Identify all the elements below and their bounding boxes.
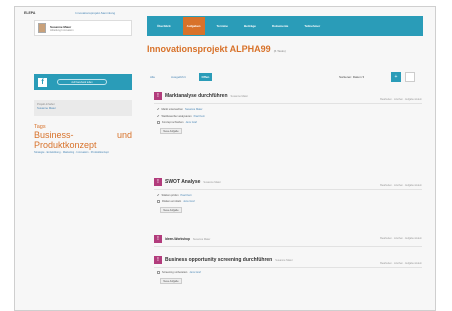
tag-cloud-large-row: Business- und [34,130,132,140]
add-subtask-button[interactable]: Neue Aufgabe [160,278,182,284]
tab-all[interactable]: Alle [147,73,158,81]
tag-links[interactable]: Strategie · Entwicklung · Marketing · In… [34,151,132,155]
main-nav: Überblick Aufgaben Termine Beiträge Doku… [147,16,423,36]
task-item-assignee[interactable]: Jens Graf [183,200,194,203]
facebook-share-button[interactable]: f Auf Facebook teilen [34,74,132,90]
add-task-button[interactable]: + [391,72,401,82]
nav-item-documents[interactable]: Dokumente [268,17,292,35]
task-divider [154,267,422,268]
user-box[interactable]: Susanne Maier Abteilung Innovation [34,20,132,36]
facebook-icon: f [38,77,47,87]
page-title-text: Innovationsprojekt ALPHA99 [147,44,271,54]
tag-business[interactable]: Business- [34,130,74,140]
task-card: ! Marktanalyse durchführen Susanne Maier… [154,92,422,134]
task-marker-icon: ! [154,256,162,264]
task-card: ! Ideen-Workshop Susanne Maier Bearbeite… [154,235,422,247]
task-item[interactable]: Konzept schreiben Jens Graf [157,121,422,124]
tab-open[interactable]: Offen [198,73,213,81]
task-actions[interactable]: Bearbeiten · Löschen · Aufgabe ändern [380,98,422,101]
check-icon: ✔ [157,114,160,118]
view-toggle-button[interactable] [405,72,415,82]
nav-item-posts[interactable]: Beiträge [240,17,260,35]
task-marker-icon: ! [154,92,162,100]
task-item-assignee[interactable]: Paul Kern [181,194,192,197]
task-item-assignee[interactable]: Paul Kern [194,115,205,118]
task-divider [154,103,422,104]
owner-value[interactable]: Susanne Maier [37,106,129,110]
task-item-text: Wettbewerber analysieren [161,114,192,118]
task-card: ! Business opportunity screening durchfü… [154,256,422,284]
task-title[interactable]: Marktanalyse durchführen [165,93,228,99]
task-item-assignee[interactable]: Jens Graf [186,121,197,124]
task-item-assignee[interactable]: Susanne Maier [185,108,202,111]
avatar [38,23,46,33]
task-item-text: Markt untersuchen [161,107,183,111]
checkbox[interactable] [157,200,160,203]
user-name: Susanne Maier [50,24,72,29]
top-link[interactable]: Innovationsprojekt-Sammlung [75,11,115,15]
task-item-text: Risiken ermitteln [162,200,182,203]
add-subtask-button[interactable]: Neue Aufgabe [160,207,182,213]
task-meta: Susanne Maier [203,180,221,184]
nav-item-overview[interactable]: Überblick [153,17,175,35]
task-marker-icon: ! [154,178,162,186]
checkbox[interactable] [157,271,160,274]
check-icon: ✔ [157,107,160,111]
task-item[interactable]: Screening vorbereiten Jens Graf [157,271,422,274]
task-title[interactable]: Business opportunity screening durchführ… [165,257,272,263]
task-item[interactable]: ✔ Stärken prüfen Paul Kern [157,193,422,197]
nav-item-tasks[interactable]: Aufgaben [182,17,205,35]
tag-produktkonzept[interactable]: Produktkonzept [34,140,132,150]
task-item-text: Stärken prüfen [161,193,179,197]
task-divider [154,246,422,247]
checkbox[interactable] [157,121,160,124]
user-sub: Abteilung Innovation [50,28,74,32]
task-item[interactable]: Risiken ermitteln Jens Graf [157,200,422,203]
task-title[interactable]: Ideen-Workshop [165,237,190,241]
check-icon: ✔ [157,193,160,197]
add-subtask-button[interactable]: Neue Aufgabe [160,128,182,134]
app-logo: ELEPA [24,10,36,15]
tag-und[interactable]: und [117,130,132,140]
top-strip: ELEPA Innovationsprojekt-Sammlung [24,10,424,15]
filter-tabs: Alle Ausgeführt Offen [147,72,423,82]
main-header: Innovationsprojekt ALPHA99 (6 Tasks) [147,44,423,54]
task-item-text: Screening vorbereiten [162,271,188,274]
task-item-text: Konzept schreiben [162,121,184,124]
task-actions[interactable]: Bearbeiten · Löschen · Aufgabe ändern [380,262,422,265]
task-item-assignee[interactable]: Jens Graf [189,271,200,274]
nav-item-dates[interactable]: Termine [213,17,232,35]
task-actions[interactable]: Bearbeiten · Löschen · Aufgabe ändern [380,237,422,240]
task-marker-icon: ! [154,235,162,243]
task-meta: Susanne Maier [192,237,211,241]
task-divider [154,189,422,190]
sort-select[interactable]: Sortieren: Datum ▾ [339,75,364,79]
task-card: ! SWOT Analyse Susanne Maier Bearbeiten … [154,178,422,213]
task-meta: Susanne Maier [275,258,293,262]
task-item[interactable]: ✔ Wettbewerber analysieren Paul Kern [157,114,422,118]
page-title-meta: (6 Tasks) [273,49,286,53]
task-meta: Susanne Maier [230,94,248,98]
task-item[interactable]: ✔ Markt untersuchen Susanne Maier [157,107,422,111]
task-actions[interactable]: Bearbeiten · Löschen · Aufgabe ändern [380,184,422,187]
facebook-share-label: Auf Facebook teilen [57,79,107,85]
page-title: Innovationsprojekt ALPHA99 (6 Tasks) [147,44,423,54]
tab-done[interactable]: Ausgeführt [168,73,189,81]
owner-box: Projekt-Inhaber Susanne Maier [34,100,132,116]
task-title[interactable]: SWOT Analyse [165,179,200,185]
sidebar: f Auf Facebook teilen Projekt-Inhaber Su… [34,74,132,174]
nav-item-members[interactable]: Teilnehmer [300,17,324,35]
